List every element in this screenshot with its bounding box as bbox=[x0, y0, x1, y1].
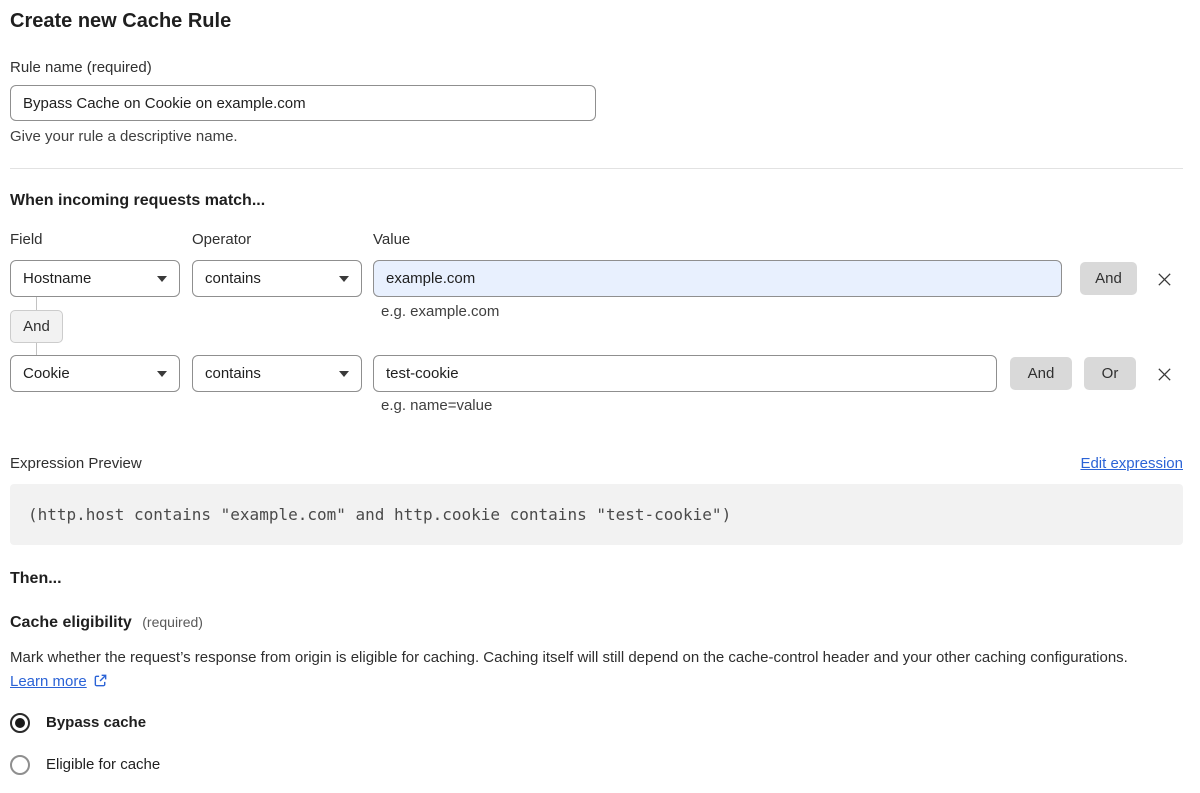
description-text: Mark whether the request’s response from… bbox=[10, 649, 1128, 666]
rule-name-helper: Give your rule a descriptive name. bbox=[10, 128, 238, 145]
match-heading: When incoming requests match... bbox=[10, 192, 266, 209]
radio-bypass-cache-label[interactable]: Bypass cache bbox=[46, 714, 146, 731]
radio-eligible-for-cache-label[interactable]: Eligible for cache bbox=[46, 756, 160, 773]
radio-selected-dot bbox=[15, 718, 25, 728]
connector-line-top bbox=[36, 297, 37, 310]
chevron-down-icon bbox=[339, 275, 349, 282]
edit-expression-link[interactable]: Edit expression bbox=[1080, 455, 1183, 472]
column-label-field: Field bbox=[10, 231, 43, 248]
create-cache-rule-page: Create new Cache Rule Rule name (require… bbox=[0, 0, 1200, 793]
and-button-row1[interactable]: And bbox=[1080, 262, 1137, 295]
connector-and-chip: And bbox=[10, 310, 63, 343]
column-label-operator: Operator bbox=[192, 231, 252, 248]
radio-bypass-cache[interactable] bbox=[10, 713, 30, 733]
then-heading: Then... bbox=[10, 570, 62, 587]
operator-select-row1[interactable]: contains bbox=[192, 260, 362, 297]
field-select-row1[interactable]: Hostname bbox=[10, 260, 180, 297]
close-icon bbox=[1157, 272, 1171, 286]
operator-select-row2[interactable]: contains bbox=[192, 355, 362, 392]
radio-eligible-for-cache[interactable] bbox=[10, 755, 30, 775]
field-select-row2[interactable]: Cookie bbox=[10, 355, 180, 392]
field-select-row2-value: Cookie bbox=[23, 365, 70, 382]
page-title: Create new Cache Rule bbox=[10, 10, 232, 32]
expression-preview-label: Expression Preview bbox=[10, 455, 142, 472]
remove-condition-button-row2[interactable] bbox=[1150, 360, 1178, 388]
rule-name-input[interactable] bbox=[10, 85, 596, 121]
rule-name-label: Rule name (required) bbox=[10, 59, 152, 76]
required-note: (required) bbox=[142, 614, 203, 630]
expression-code-block: (http.host contains "example.com" and ht… bbox=[10, 484, 1183, 545]
external-link-icon bbox=[94, 674, 107, 687]
operator-select-row2-value: contains bbox=[205, 365, 261, 382]
value-hint-row2: e.g. name=value bbox=[381, 397, 493, 414]
learn-more-link[interactable]: Learn more bbox=[10, 673, 87, 690]
field-select-row1-value: Hostname bbox=[23, 270, 92, 287]
chevron-down-icon bbox=[339, 370, 349, 377]
cache-eligibility-description: Mark whether the request’s response from… bbox=[10, 646, 1160, 694]
column-label-value: Value bbox=[373, 231, 411, 248]
chevron-down-icon bbox=[157, 275, 167, 282]
cache-eligibility-heading: Cache eligibility bbox=[10, 614, 132, 631]
expression-code: (http.host contains "example.com" and ht… bbox=[28, 505, 732, 524]
value-input-row1[interactable] bbox=[373, 260, 1062, 297]
or-button-row2[interactable]: Or bbox=[1084, 357, 1136, 390]
value-hint-row1: e.g. example.com bbox=[381, 303, 500, 320]
close-icon bbox=[1157, 367, 1171, 381]
section-divider bbox=[10, 168, 1183, 169]
operator-select-row1-value: contains bbox=[205, 270, 261, 287]
chevron-down-icon bbox=[157, 370, 167, 377]
connector-line-bottom bbox=[36, 343, 37, 355]
value-input-row2[interactable] bbox=[373, 355, 997, 392]
remove-condition-button-row1[interactable] bbox=[1150, 265, 1178, 293]
and-button-row2[interactable]: And bbox=[1010, 357, 1072, 390]
